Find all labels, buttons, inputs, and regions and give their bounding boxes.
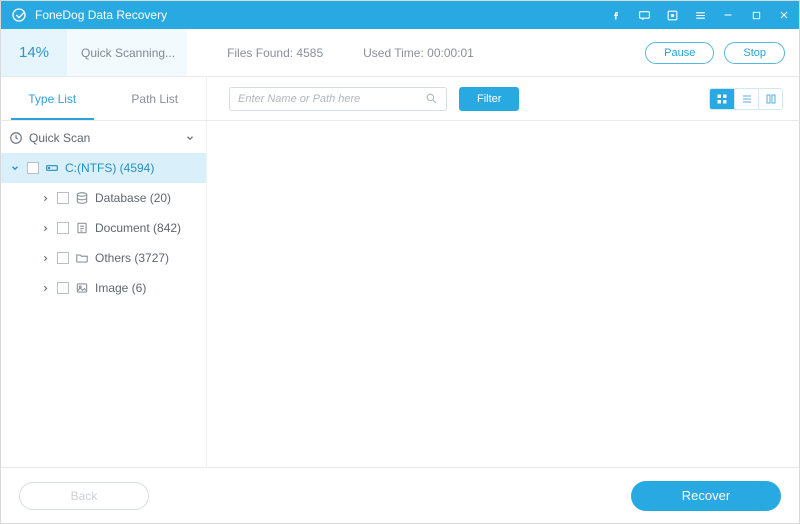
chevron-right-icon[interactable] xyxy=(39,224,51,233)
tree-item-label: Image (6) xyxy=(95,281,146,295)
tree-drive-label: C:(NTFS) (4594) xyxy=(65,161,154,175)
used-time: Used Time: 00:00:01 xyxy=(363,46,474,60)
checkbox[interactable] xyxy=(57,192,69,204)
tree-root-label: Quick Scan xyxy=(29,131,90,145)
chevron-right-icon[interactable] xyxy=(39,194,51,203)
minimize-icon[interactable] xyxy=(721,8,735,22)
maximize-icon[interactable] xyxy=(749,8,763,22)
app-logo-icon xyxy=(11,7,27,23)
tree-item-label: Database (20) xyxy=(95,191,171,205)
scan-percent: 14% xyxy=(1,29,67,76)
search-input[interactable] xyxy=(238,93,425,105)
search-icon xyxy=(425,92,438,105)
titlebar: FoneDog Data Recovery xyxy=(1,1,799,29)
window-controls xyxy=(609,8,791,22)
files-found: Files Found: 4585 xyxy=(227,46,323,60)
search-input-wrap[interactable] xyxy=(229,87,447,111)
recover-button[interactable]: Recover xyxy=(631,481,781,511)
document-icon xyxy=(75,221,89,235)
facebook-icon[interactable] xyxy=(609,8,623,22)
tree-item-image[interactable]: Image (6) xyxy=(1,273,206,303)
tree-item-label: Others (3727) xyxy=(95,251,169,265)
stop-button[interactable]: Stop xyxy=(724,42,785,64)
folder-icon xyxy=(75,251,89,265)
tree-drive[interactable]: C:(NTFS) (4594) xyxy=(1,153,206,183)
view-list-icon[interactable] xyxy=(734,89,758,109)
pause-button[interactable]: Pause xyxy=(645,42,714,64)
scan-label: Quick Scanning... xyxy=(67,29,187,76)
footer: Back Recover xyxy=(1,467,799,523)
tree-item-label: Document (842) xyxy=(95,221,181,235)
checkbox[interactable] xyxy=(57,222,69,234)
settings-icon[interactable] xyxy=(665,8,679,22)
checkbox[interactable] xyxy=(57,252,69,264)
tree-item-document[interactable]: Document (842) xyxy=(1,213,206,243)
view-toggle xyxy=(709,88,783,110)
chevron-right-icon[interactable] xyxy=(39,254,51,263)
tab-type-list[interactable]: Type List xyxy=(1,77,104,120)
toolbar: Type List Path List Filter xyxy=(1,77,799,121)
back-button[interactable]: Back xyxy=(19,482,149,510)
chevron-down-icon[interactable] xyxy=(9,163,21,173)
feedback-icon[interactable] xyxy=(637,8,651,22)
body: Quick Scan C:(NTFS) (4594) Database (20)… xyxy=(1,121,799,467)
content-area xyxy=(207,121,799,467)
close-icon[interactable] xyxy=(777,8,791,22)
chevron-right-icon[interactable] xyxy=(39,284,51,293)
clock-icon xyxy=(9,131,23,145)
tree-item-others[interactable]: Others (3727) xyxy=(1,243,206,273)
checkbox[interactable] xyxy=(27,162,39,174)
drive-icon xyxy=(45,161,59,175)
tree-item-database[interactable]: Database (20) xyxy=(1,183,206,213)
chevron-down-icon[interactable] xyxy=(184,133,196,143)
scan-status-row: 14% Quick Scanning... Files Found: 4585 … xyxy=(1,29,799,77)
view-detail-icon[interactable] xyxy=(758,89,782,109)
app-title: FoneDog Data Recovery xyxy=(35,8,609,22)
image-icon xyxy=(75,281,89,295)
database-icon xyxy=(75,191,89,205)
tree-root[interactable]: Quick Scan xyxy=(1,123,206,153)
view-grid-icon[interactable] xyxy=(710,89,734,109)
tab-path-list[interactable]: Path List xyxy=(104,77,207,120)
list-tabs: Type List Path List xyxy=(1,77,207,120)
filter-button[interactable]: Filter xyxy=(459,87,519,111)
sidebar: Quick Scan C:(NTFS) (4594) Database (20)… xyxy=(1,121,207,467)
checkbox[interactable] xyxy=(57,282,69,294)
menu-icon[interactable] xyxy=(693,8,707,22)
